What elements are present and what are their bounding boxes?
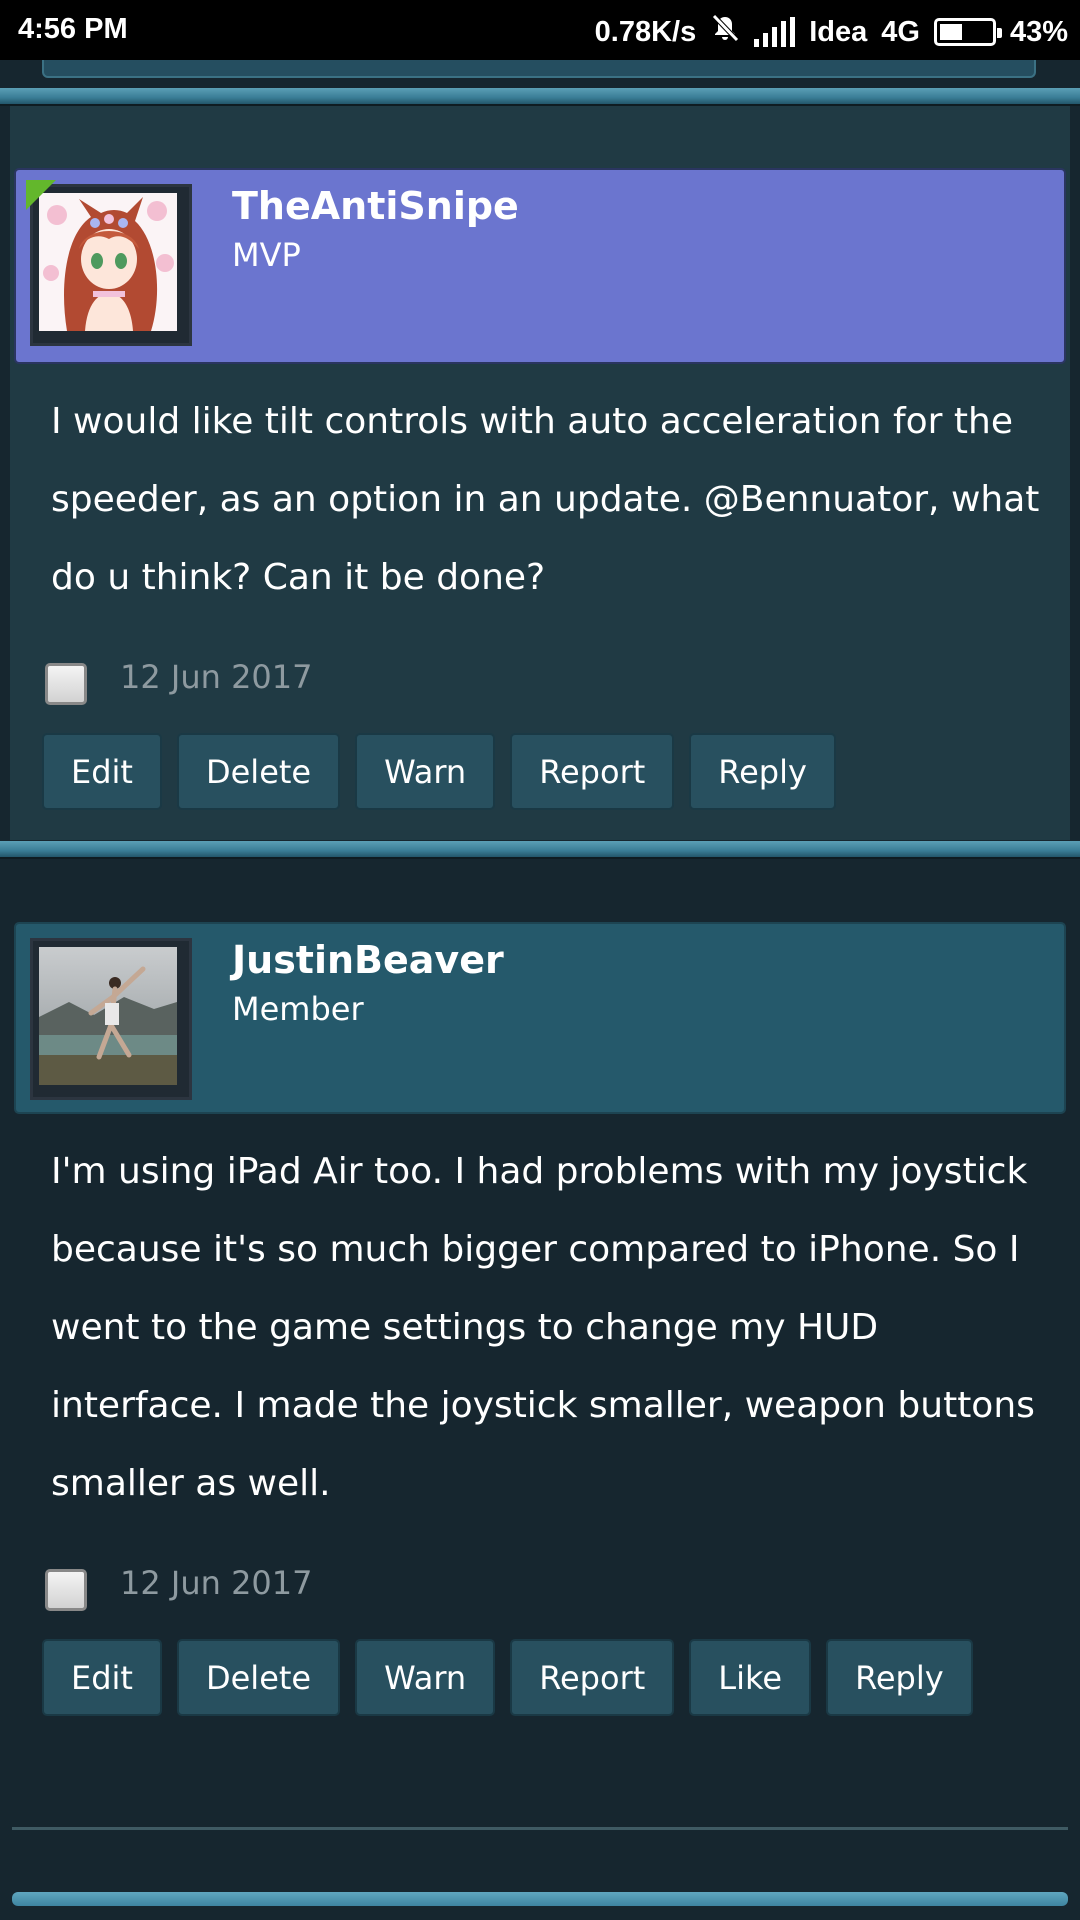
report-button[interactable]: Report (510, 733, 675, 810)
carrier-name: Idea (809, 15, 868, 48)
post-message: I'm using iPad Air too. I had problems w… (51, 1151, 1035, 1504)
post-username[interactable]: TheAntiSnipe (232, 184, 519, 228)
like-button[interactable]: Like (689, 1639, 812, 1716)
post-username[interactable]: JustinBeaver (232, 938, 504, 982)
delete-button[interactable]: Delete (176, 733, 341, 810)
warn-button[interactable]: Warn (355, 1639, 496, 1716)
previous-post-fragment (42, 60, 1036, 78)
signal-strength-icon (754, 17, 796, 47)
post-divider (0, 88, 1080, 106)
avatar-image-dancer-photo (39, 947, 183, 1091)
battery-icon (933, 18, 1002, 46)
status-bar: 4:56 PM 0.78K/s Idea 4G 43% (0, 0, 1080, 60)
reply-button[interactable]: Reply (689, 733, 836, 810)
delete-button[interactable]: Delete (176, 1639, 341, 1716)
muted-bell-icon (710, 13, 740, 51)
post-author-header: TheAntiSnipe MVP (14, 168, 1066, 364)
post-divider (0, 841, 1080, 859)
online-indicator (26, 180, 56, 210)
section-separator (12, 1827, 1068, 1830)
select-post-checkbox[interactable] (45, 1569, 87, 1611)
post-actions: Edit Delete Warn Report Like Reply (42, 1639, 973, 1716)
edit-button[interactable]: Edit (42, 1639, 162, 1716)
status-time: 4:56 PM (18, 13, 128, 45)
post-divider (12, 1892, 1068, 1906)
network-type: 4G (881, 15, 920, 48)
post-message: I would like tilt controls with auto acc… (51, 401, 1040, 598)
edit-button[interactable]: Edit (42, 733, 162, 810)
avatar-image-anime-girl (39, 193, 183, 337)
post-actions: Edit Delete Warn Report Reply (42, 733, 836, 810)
status-indicators: 0.78K/s Idea 4G 43% (595, 13, 1068, 51)
network-speed: 0.78K/s (594, 15, 697, 48)
post-user-role: Member (232, 990, 364, 1028)
post-user-role: MVP (232, 236, 301, 274)
avatar[interactable] (30, 938, 192, 1100)
battery-percent: 43% (1009, 15, 1068, 48)
select-post-checkbox[interactable] (45, 663, 87, 705)
post-date[interactable]: 12 Jun 2017 (120, 658, 313, 696)
reply-button[interactable]: Reply (826, 1639, 973, 1716)
report-button[interactable]: Report (510, 1639, 675, 1716)
post-author-header: JustinBeaver Member (14, 922, 1066, 1114)
warn-button[interactable]: Warn (355, 733, 496, 810)
post-date[interactable]: 12 Jun 2017 (120, 1564, 313, 1602)
